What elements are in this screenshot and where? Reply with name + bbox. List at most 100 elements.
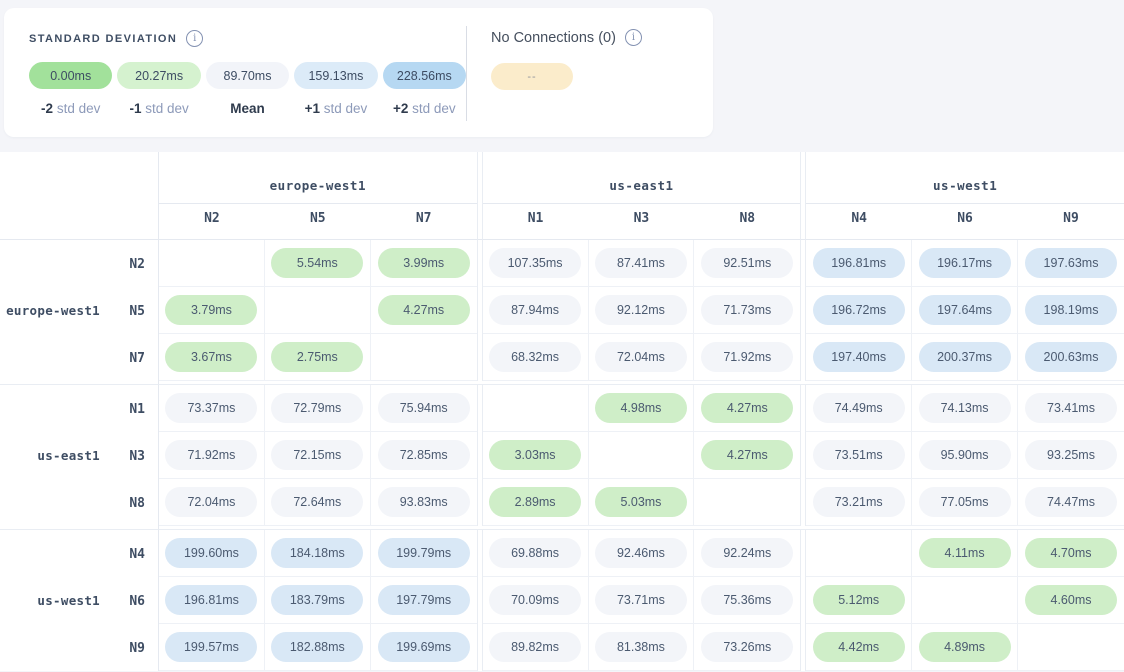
latency-cell: 72.79ms bbox=[265, 385, 371, 432]
latency-value-chip[interactable]: 199.69ms bbox=[378, 632, 470, 662]
latency-value-chip[interactable]: 3.67ms bbox=[165, 342, 257, 372]
no-connections-title: No Connections (0) bbox=[491, 30, 616, 46]
latency-value-chip[interactable]: 92.12ms bbox=[595, 295, 687, 325]
latency-cell: 196.72ms bbox=[806, 287, 912, 334]
latency-value-chip[interactable]: 196.72ms bbox=[813, 295, 905, 325]
matrix-row: N1 73.37ms 72.79ms 75.94ms 4.98ms 4.27ms 74.49… bbox=[0, 385, 1124, 432]
latency-value-chip[interactable]: 5.03ms bbox=[595, 487, 687, 517]
latency-value-chip[interactable]: 93.25ms bbox=[1025, 440, 1117, 470]
matrix-row: europe-west1N53.79ms4.27ms87.94ms92.12ms… bbox=[0, 287, 1124, 334]
latency-value-chip[interactable]: 73.37ms bbox=[165, 393, 257, 423]
latency-value-chip[interactable]: 69.88ms bbox=[489, 538, 581, 568]
latency-value-chip[interactable]: 74.13ms bbox=[919, 393, 1011, 423]
latency-value-chip[interactable]: 183.79ms bbox=[271, 585, 363, 615]
latency-value-chip[interactable]: 2.75ms bbox=[271, 342, 363, 372]
latency-value-chip[interactable]: 4.42ms bbox=[813, 632, 905, 662]
latency-value-chip[interactable]: 182.88ms bbox=[271, 632, 363, 662]
latency-cell: 196.81ms bbox=[806, 240, 912, 287]
legend-chip: 89.70ms bbox=[206, 62, 289, 89]
latency-value-chip[interactable]: 87.41ms bbox=[595, 248, 687, 278]
latency-value-chip[interactable]: 184.18ms bbox=[271, 538, 363, 568]
info-icon[interactable]: i bbox=[186, 30, 203, 47]
latency-value-chip[interactable]: 5.12ms bbox=[813, 585, 905, 615]
latency-value-chip[interactable]: 75.36ms bbox=[701, 585, 793, 615]
latency-value-chip[interactable]: 73.51ms bbox=[813, 440, 905, 470]
legend-chip: 228.56ms bbox=[383, 62, 466, 89]
latency-value-chip[interactable]: 4.11ms bbox=[919, 538, 1011, 568]
latency-value-chip[interactable]: 3.79ms bbox=[165, 295, 257, 325]
latency-value-chip[interactable]: 4.89ms bbox=[919, 632, 1011, 662]
latency-value-chip[interactable]: 4.27ms bbox=[701, 393, 793, 423]
latency-cell: 182.88ms bbox=[265, 624, 371, 671]
latency-value-chip[interactable]: 93.83ms bbox=[378, 487, 470, 517]
latency-value-chip[interactable]: 197.64ms bbox=[919, 295, 1011, 325]
row-node-label: N1 bbox=[123, 402, 145, 417]
latency-value-chip[interactable]: 196.17ms bbox=[919, 248, 1011, 278]
latency-value-chip[interactable]: 87.94ms bbox=[489, 295, 581, 325]
latency-value-chip[interactable]: 71.92ms bbox=[701, 342, 793, 372]
matrix-corner-cell bbox=[0, 152, 159, 240]
latency-value-chip[interactable]: 74.49ms bbox=[813, 393, 905, 423]
row-region-label: europe-west1 bbox=[6, 303, 100, 318]
latency-value-chip[interactable]: 199.79ms bbox=[378, 538, 470, 568]
latency-cell: 200.37ms bbox=[912, 334, 1018, 381]
row-label-cell: N1 bbox=[0, 385, 159, 432]
latency-value-chip[interactable]: 3.99ms bbox=[378, 248, 470, 278]
matrix-row: N25.54ms3.99ms107.35ms87.41ms92.51ms196.… bbox=[0, 240, 1124, 287]
latency-cell: 4.70ms bbox=[1018, 530, 1124, 577]
latency-value-chip[interactable]: 3.03ms bbox=[489, 440, 581, 470]
latency-value-chip[interactable]: 73.26ms bbox=[701, 632, 793, 662]
latency-value-chip[interactable]: 72.04ms bbox=[165, 487, 257, 517]
latency-cell: 4.27ms bbox=[694, 432, 800, 479]
latency-value-chip[interactable]: 4.27ms bbox=[378, 295, 470, 325]
latency-value-chip[interactable]: 196.81ms bbox=[813, 248, 905, 278]
latency-value-chip[interactable]: 73.21ms bbox=[813, 487, 905, 517]
latency-value-chip[interactable]: 73.71ms bbox=[595, 585, 687, 615]
latency-value-chip[interactable]: 73.41ms bbox=[1025, 393, 1117, 423]
latency-cell: 72.15ms bbox=[265, 432, 371, 479]
latency-value-chip[interactable]: 72.15ms bbox=[271, 440, 363, 470]
latency-value-chip[interactable]: 72.79ms bbox=[271, 393, 363, 423]
latency-value-chip[interactable]: 4.60ms bbox=[1025, 585, 1117, 615]
latency-value-chip[interactable]: 199.60ms bbox=[165, 538, 257, 568]
latency-matrix-table: europe-west1us-east1us-west1N2N5N7N1N3N8… bbox=[0, 152, 1124, 671]
latency-value-chip[interactable]: 89.82ms bbox=[489, 632, 581, 662]
latency-value-chip[interactable]: 2.89ms bbox=[489, 487, 581, 517]
latency-value-chip[interactable]: 71.73ms bbox=[701, 295, 793, 325]
latency-value-chip[interactable]: 4.70ms bbox=[1025, 538, 1117, 568]
latency-value-chip[interactable]: 197.40ms bbox=[813, 342, 905, 372]
latency-value-chip[interactable]: 197.79ms bbox=[378, 585, 470, 615]
latency-value-chip[interactable]: 196.81ms bbox=[165, 585, 257, 615]
latency-value-chip[interactable]: 81.38ms bbox=[595, 632, 687, 662]
latency-value-chip[interactable]: 74.47ms bbox=[1025, 487, 1117, 517]
latency-value-chip[interactable]: 70.09ms bbox=[489, 585, 581, 615]
latency-value-chip[interactable]: 107.35ms bbox=[489, 248, 581, 278]
latency-cell bbox=[912, 577, 1018, 624]
latency-cell: 70.09ms bbox=[483, 577, 589, 624]
latency-value-chip[interactable]: 92.51ms bbox=[701, 248, 793, 278]
latency-value-chip[interactable]: 71.92ms bbox=[165, 440, 257, 470]
latency-value-chip[interactable]: 200.63ms bbox=[1025, 342, 1117, 372]
latency-cell: 75.36ms bbox=[694, 577, 800, 624]
row-label-cell: N9 bbox=[0, 624, 159, 671]
latency-value-chip[interactable]: 72.64ms bbox=[271, 487, 363, 517]
latency-value-chip[interactable]: 95.90ms bbox=[919, 440, 1011, 470]
latency-value-chip[interactable]: 77.05ms bbox=[919, 487, 1011, 517]
latency-cell: 92.51ms bbox=[694, 240, 800, 287]
latency-value-chip[interactable]: 4.27ms bbox=[701, 440, 793, 470]
column-region-header: us-east1 bbox=[483, 152, 801, 204]
latency-value-chip[interactable]: 92.46ms bbox=[595, 538, 687, 568]
latency-value-chip[interactable]: 92.24ms bbox=[701, 538, 793, 568]
latency-value-chip[interactable]: 4.98ms bbox=[595, 393, 687, 423]
latency-value-chip[interactable]: 198.19ms bbox=[1025, 295, 1117, 325]
latency-value-chip[interactable]: 5.54ms bbox=[271, 248, 363, 278]
latency-value-chip[interactable]: 72.04ms bbox=[595, 342, 687, 372]
latency-value-chip[interactable]: 75.94ms bbox=[378, 393, 470, 423]
latency-value-chip[interactable]: 199.57ms bbox=[165, 632, 257, 662]
latency-value-chip[interactable]: 68.32ms bbox=[489, 342, 581, 372]
latency-cell: 197.79ms bbox=[371, 577, 477, 624]
latency-value-chip[interactable]: 197.63ms bbox=[1025, 248, 1117, 278]
latency-value-chip[interactable]: 72.85ms bbox=[378, 440, 470, 470]
info-icon[interactable]: i bbox=[625, 29, 642, 46]
latency-value-chip[interactable]: 200.37ms bbox=[919, 342, 1011, 372]
